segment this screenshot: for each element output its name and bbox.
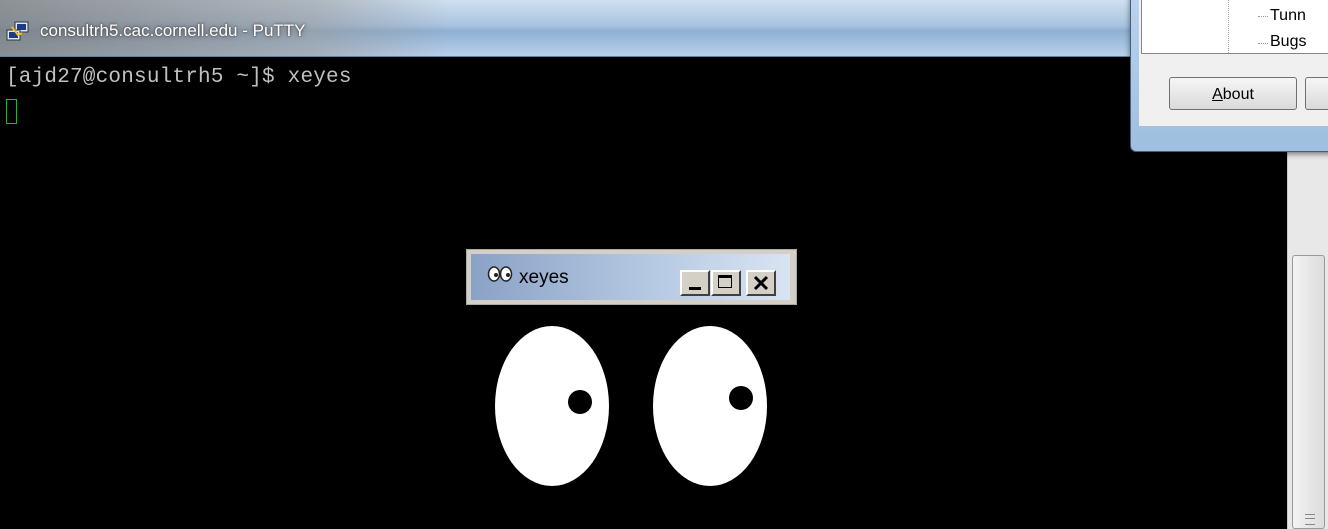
config-dialog-body: Tunn Bugs About: [1139, 0, 1328, 126]
scrollbar-thumb[interactable]: [1292, 255, 1325, 529]
putty-config-dialog: Tunn Bugs About: [1130, 0, 1328, 152]
tree-item-bugs[interactable]: Bugs: [1270, 33, 1306, 51]
close-icon: [753, 275, 769, 291]
close-button[interactable]: [746, 270, 776, 296]
xeyes-window[interactable]: xeyes: [466, 249, 797, 305]
xeyes-window-title: xeyes: [519, 267, 569, 288]
tree-connector-line: [1228, 0, 1229, 53]
left-pupil: [568, 390, 592, 414]
tree-connector: [1258, 16, 1268, 17]
xeyes-titlebar[interactable]: xeyes: [471, 254, 790, 300]
xeyes-eyes: [495, 326, 767, 486]
tree-item-tunnels[interactable]: Tunn: [1270, 7, 1306, 25]
about-button[interactable]: About: [1169, 77, 1297, 110]
terminal-prompt-line: [ajd27@consultrh5 ~]$ xeyes: [6, 66, 352, 89]
putty-icon[interactable]: [6, 21, 30, 43]
maximize-button[interactable]: [711, 270, 741, 296]
putty-titlebar[interactable]: consultrh5.cac.cornell.edu - PuTTY: [0, 0, 1328, 57]
about-accelerator: A: [1212, 86, 1223, 103]
category-tree[interactable]: Tunn Bugs: [1141, 0, 1328, 54]
left-eye: [495, 326, 609, 486]
terminal-cursor: [6, 99, 17, 124]
right-pupil: [729, 386, 753, 410]
minimize-button[interactable]: [680, 270, 710, 296]
config-help-button[interactable]: [1305, 77, 1328, 110]
tree-connector: [1258, 43, 1268, 44]
putty-window-title: consultrh5.cac.cornell.edu - PuTTY: [40, 21, 306, 40]
scrollbar-grip-icon: [1305, 514, 1315, 525]
xeyes-icon: [487, 266, 513, 282]
about-label: bout: [1222, 86, 1254, 103]
